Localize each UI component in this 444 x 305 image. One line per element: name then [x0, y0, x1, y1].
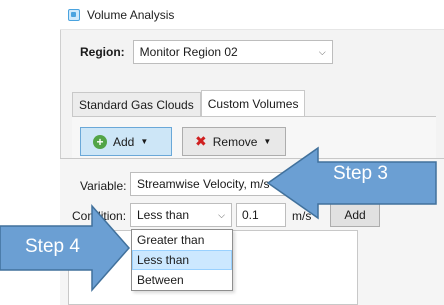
callout-overlay — [0, 146, 437, 292]
step4-callout: Step 4 — [25, 236, 80, 257]
step3-callout: Step 3 — [333, 163, 388, 184]
